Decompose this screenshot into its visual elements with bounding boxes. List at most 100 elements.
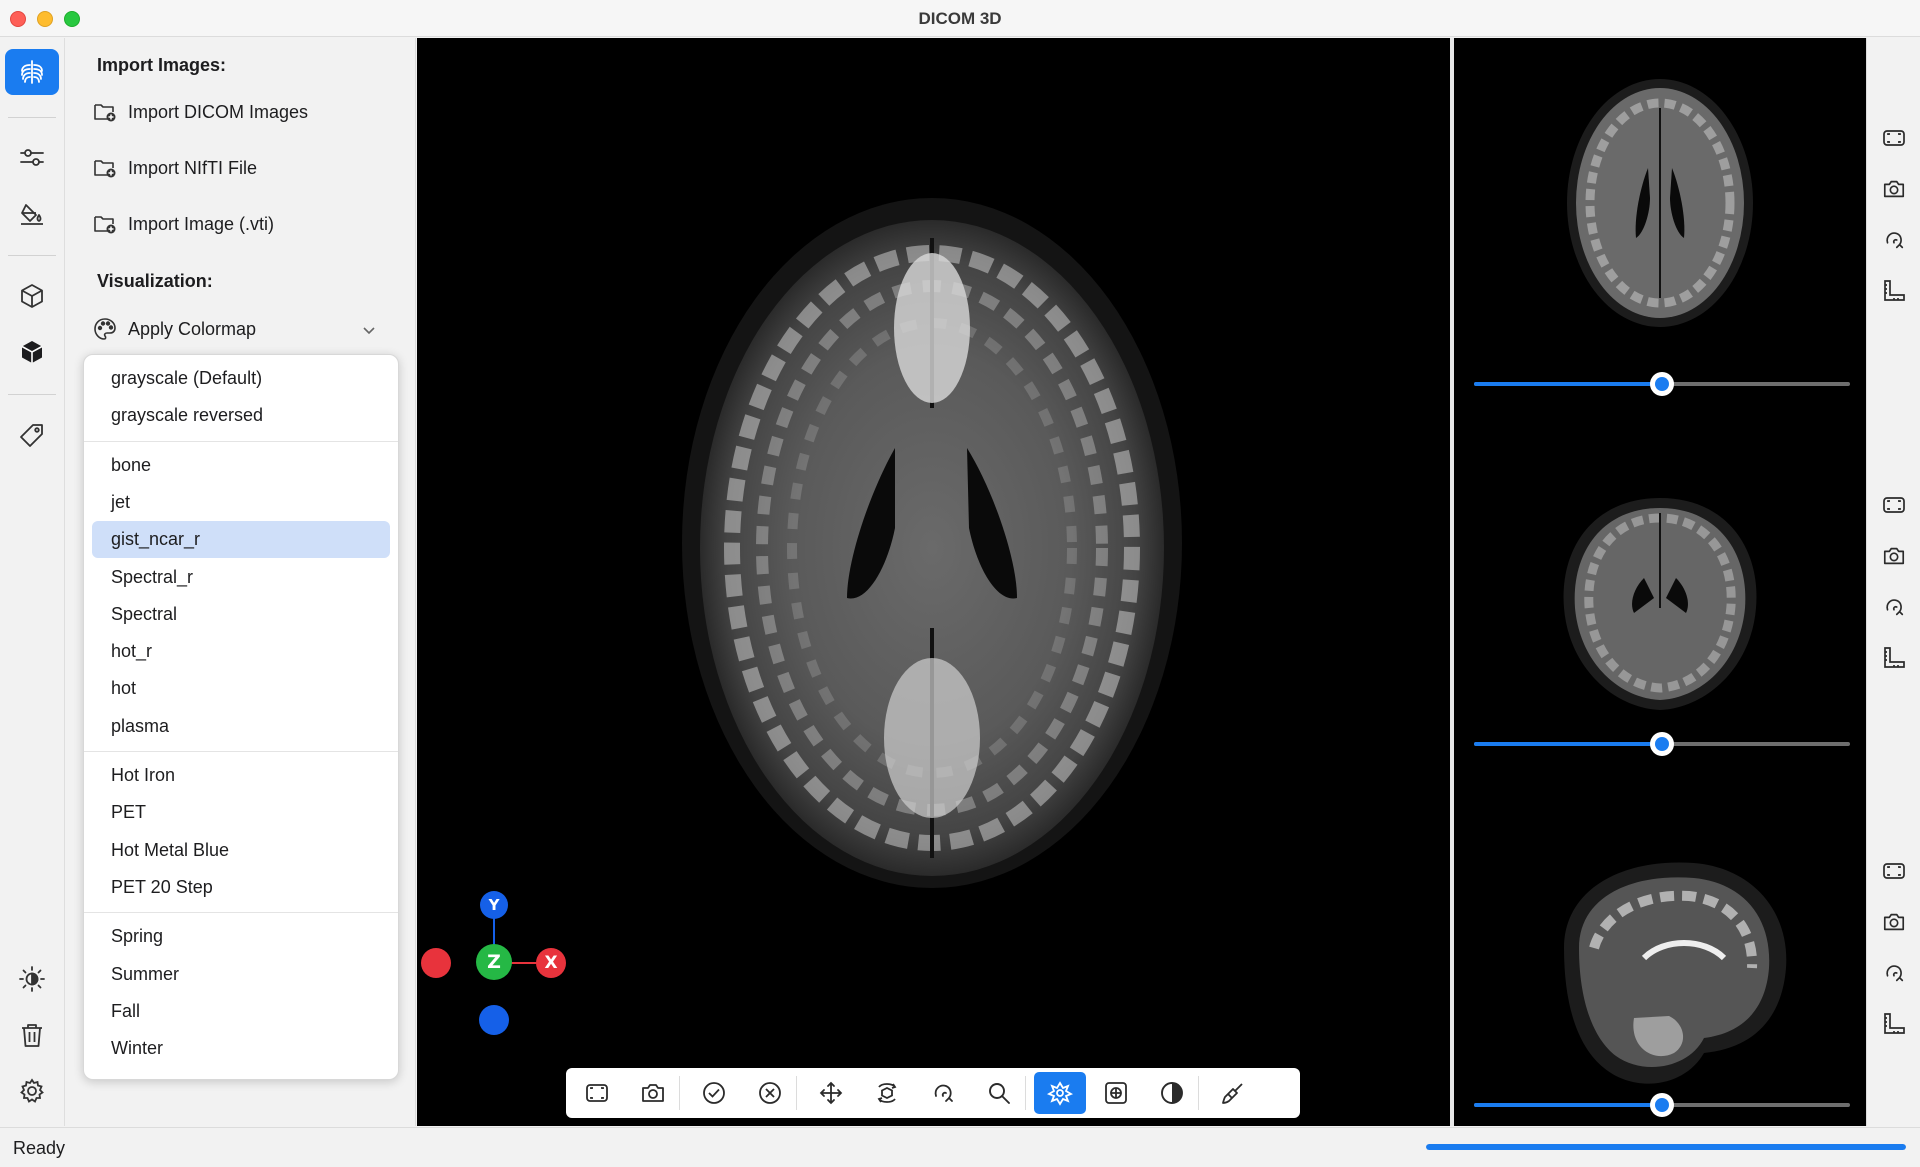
colormap-option[interactable]: hot_r: [92, 633, 390, 670]
import-vti-button[interactable]: Import Image (.vti): [92, 204, 392, 244]
main-3d-viewport[interactable]: Y Z X: [417, 38, 1450, 1126]
rail-button-delete[interactable]: [5, 1012, 59, 1058]
slider-handle[interactable]: [1650, 372, 1674, 396]
rail-button-fill[interactable]: [5, 190, 59, 236]
toolbar-button-contrast[interactable]: [1146, 1072, 1198, 1114]
neg-y-axis-marker[interactable]: [479, 1005, 509, 1035]
toolbar-button-zoom[interactable]: [973, 1072, 1025, 1114]
toolbar-separator: [679, 1076, 680, 1110]
expand-view-icon: [1882, 859, 1906, 883]
toolbar-button-camera[interactable]: [627, 1072, 679, 1114]
colormap-option[interactable]: Fall: [92, 993, 390, 1030]
view-tool-rotate[interactable]: [1880, 959, 1908, 987]
colormap-option[interactable]: Spectral_r: [92, 559, 390, 596]
slider-fill: [1474, 382, 1662, 386]
toolbar-button-fit-view[interactable]: [571, 1072, 623, 1114]
view-tool-expand-view[interactable]: [1880, 491, 1908, 519]
axial-slice-slider[interactable]: [1474, 372, 1850, 396]
z-axis-marker[interactable]: Z: [476, 944, 512, 980]
toolbar-button-grid[interactable]: [1090, 1072, 1142, 1114]
axial-slice-thumbnail: [1567, 79, 1753, 327]
colormap-option[interactable]: Summer: [92, 956, 390, 993]
import-dicom-button[interactable]: Import DICOM Images: [92, 92, 392, 132]
toolbar-button-x-circle[interactable]: [744, 1072, 796, 1114]
visualization-section-title: Visualization:: [97, 271, 213, 291]
colormap-option[interactable]: Spectral: [92, 596, 390, 633]
neg-x-axis-marker[interactable]: [421, 948, 451, 978]
view-tool-ruler[interactable]: [1880, 277, 1908, 305]
rail-separator: [8, 394, 56, 395]
view-tool-rotate[interactable]: [1880, 226, 1908, 254]
rotate-icon: [1882, 228, 1906, 252]
rail-button-volume-solid[interactable]: [5, 329, 59, 375]
coronal-slice-slider[interactable]: [1474, 732, 1850, 756]
view-tool-rotate[interactable]: [1880, 593, 1908, 621]
contrast-icon: [1159, 1080, 1185, 1106]
view-tool-camera[interactable]: [1880, 175, 1908, 203]
tag-icon: [20, 424, 43, 447]
rail-button-anatomy[interactable]: [5, 49, 59, 95]
rail-button-settings[interactable]: [5, 1068, 59, 1114]
slider-handle[interactable]: [1650, 1093, 1674, 1117]
view-tool-expand-view[interactable]: [1880, 857, 1908, 885]
slider-handle[interactable]: [1650, 732, 1674, 756]
colormap-option[interactable]: bone: [92, 447, 390, 484]
import-vti-label: Import Image (.vti): [128, 213, 275, 234]
colormap-option[interactable]: Hot Iron: [92, 757, 390, 794]
toolbar-button-brush[interactable]: [1207, 1072, 1259, 1114]
rail-separator: [8, 117, 56, 118]
colormap-option[interactable]: Hot Metal Blue: [92, 832, 390, 869]
brush-icon: [1220, 1080, 1246, 1106]
toolbar-button-pan-arrows[interactable]: [805, 1072, 857, 1114]
ruler-icon: [1882, 279, 1906, 303]
colormap-option[interactable]: plasma: [92, 708, 390, 745]
view-tool-expand-view[interactable]: [1880, 124, 1908, 152]
sagittal-slice-slider[interactable]: [1474, 1093, 1850, 1117]
progress-fill: [1426, 1144, 1906, 1150]
camera-icon: [1882, 910, 1906, 934]
toolbar-button-rotate[interactable]: [917, 1072, 969, 1114]
brightness-icon: [19, 966, 45, 992]
camera-icon: [640, 1080, 666, 1106]
x-axis-marker[interactable]: X: [536, 948, 566, 978]
rail-button-brightness[interactable]: [5, 956, 59, 1002]
view-tool-camera[interactable]: [1880, 542, 1908, 570]
import-dicom-label: Import DICOM Images: [128, 101, 309, 122]
toolbar-button-rotate-3d[interactable]: [861, 1072, 913, 1114]
ribcage-icon: [21, 60, 43, 84]
folder-plus-icon: [92, 99, 118, 125]
import-nifti-label: Import NIfTI File: [128, 157, 258, 178]
status-text: Ready: [13, 1138, 66, 1158]
trash-icon: [22, 1024, 42, 1047]
colormap-option[interactable]: grayscale reversed: [92, 397, 390, 434]
crosshair-icon: [1046, 1079, 1074, 1107]
view-tool-ruler[interactable]: [1880, 1010, 1908, 1038]
colormap-dropdown-menu: grayscale (Default) grayscale reversed bon…: [83, 354, 399, 1080]
rail-button-volume-outline[interactable]: [5, 273, 59, 319]
rail-button-label[interactable]: [5, 412, 59, 458]
camera-icon: [1882, 177, 1906, 201]
colormap-option[interactable]: gist_ncar_r: [92, 521, 390, 559]
colormap-option[interactable]: Winter: [92, 1030, 390, 1067]
y-axis-marker[interactable]: Y: [480, 891, 508, 919]
status-progress-bar: [1426, 1144, 1906, 1150]
toolbar-button-check-circle[interactable]: [688, 1072, 740, 1114]
colormap-option[interactable]: grayscale (Default): [92, 360, 390, 397]
rail-button-adjust[interactable]: [5, 134, 59, 180]
colormap-option[interactable]: Spring: [92, 918, 390, 955]
colormap-select[interactable]: Apply Colormap: [92, 309, 396, 349]
fit-view-icon: [584, 1080, 610, 1106]
toolbar-button-crosshair[interactable]: [1034, 1072, 1086, 1114]
colormap-option[interactable]: PET: [92, 794, 390, 831]
grid-icon: [1103, 1080, 1129, 1106]
title-bar: DICOM 3D: [0, 0, 1920, 37]
colormap-option[interactable]: jet: [92, 484, 390, 521]
view-tool-ruler[interactable]: [1880, 644, 1908, 672]
check-circle-icon: [701, 1080, 727, 1106]
rotate-icon: [1882, 961, 1906, 985]
import-nifti-button[interactable]: Import NIfTI File: [92, 148, 392, 188]
menu-separator: [84, 440, 398, 442]
view-tool-camera[interactable]: [1880, 908, 1908, 936]
colormap-option[interactable]: hot: [92, 670, 390, 707]
colormap-option[interactable]: PET 20 Step: [92, 869, 390, 906]
